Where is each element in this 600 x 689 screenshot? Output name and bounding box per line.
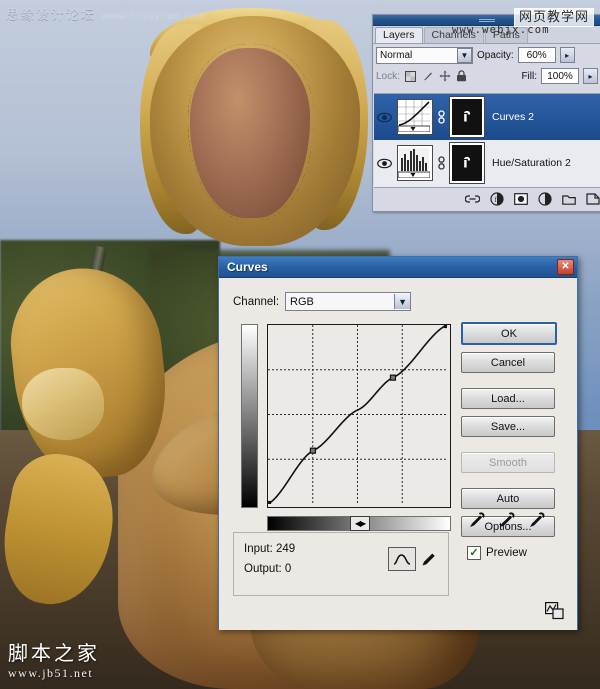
chevron-down-icon[interactable]: ▼ (394, 294, 411, 309)
layers-palette[interactable]: Layers Channels Paths Normal ▼ Opacity: … (372, 14, 600, 212)
input-readout: Input: 249 (244, 539, 295, 559)
lock-image-icon[interactable] (422, 70, 434, 82)
watermark-top-left: 思缘设计论坛 www.missyuan.com (6, 4, 206, 24)
curves-dialog[interactable]: Curves ✕ Channel: RGB ▼ ◀▶ Input: 249 Ou… (218, 256, 578, 630)
blend-mode-value: Normal (380, 49, 413, 61)
link-layers-icon[interactable] (465, 192, 480, 207)
svg-text:f: f (494, 196, 497, 204)
preview-checkbox[interactable]: ✓ (467, 546, 481, 560)
checkmark-icon: ✓ (469, 546, 479, 559)
curves-adjustment-thumbnail[interactable] (397, 99, 433, 135)
layers-list[interactable]: Curves 2 Hue/Saturation 2 (374, 93, 600, 188)
button-spacer (461, 480, 561, 488)
curve-display-toggle-icon[interactable] (545, 602, 565, 620)
link-icon[interactable] (437, 156, 446, 170)
fill-value[interactable]: 100% (541, 68, 579, 84)
preview-row[interactable]: ✓ Preview (467, 546, 527, 560)
opacity-label: Opacity: (477, 49, 514, 61)
output-label: Output: (244, 563, 282, 575)
lock-transparent-icon[interactable] (405, 70, 417, 82)
layer-row-hue-saturation-2[interactable]: Hue/Saturation 2 (374, 140, 600, 186)
add-layer-mask-icon[interactable] (513, 192, 528, 207)
link-icon[interactable] (437, 110, 446, 124)
preview-label: Preview (486, 547, 527, 559)
channel-label: Channel: (233, 295, 280, 308)
lock-all-icon[interactable] (456, 70, 468, 82)
smooth-button[interactable]: Smooth (461, 452, 555, 473)
channel-row: Channel: RGB ▼ (233, 292, 412, 311)
layer-row-curves-2[interactable]: Curves 2 (374, 94, 600, 140)
channel-value: RGB (290, 295, 314, 308)
layer-style-icon[interactable]: f (489, 192, 504, 207)
input-output-readout: Input: 249 Output: 0 (244, 539, 295, 579)
curve-plot[interactable] (268, 325, 447, 504)
dialog-title-bar[interactable]: Curves ✕ (219, 257, 577, 278)
palette-footer[interactable]: f (374, 187, 600, 210)
channel-select[interactable]: RGB ▼ (285, 292, 412, 311)
input-gradient-bar: ◀▶ (267, 516, 451, 531)
layer-mask-thumbnail[interactable] (449, 96, 485, 138)
dialog-body: Channel: RGB ▼ ◀▶ Input: 249 Output: 0 O… (219, 278, 577, 630)
palette-drag-grip[interactable] (479, 18, 495, 22)
output-value: 0 (284, 563, 292, 575)
gradient-direction-handle-icon[interactable]: ◀▶ (350, 516, 370, 531)
blend-mode-select[interactable]: Normal ▼ (376, 46, 473, 64)
white-point-eyedropper-icon[interactable] (527, 510, 547, 530)
new-layer-icon[interactable] (585, 192, 600, 207)
dialog-title: Curves (227, 260, 268, 274)
lock-position-icon[interactable] (439, 70, 451, 82)
button-spacer (461, 380, 561, 388)
black-point-eyedropper-icon[interactable] (467, 510, 487, 530)
load-button[interactable]: Load... (461, 388, 555, 409)
opacity-stepper-icon[interactable]: ▸ (559, 47, 575, 63)
input-value: 249 (275, 543, 296, 555)
layer-visibility-icon[interactable] (376, 109, 393, 126)
new-group-icon[interactable] (561, 192, 576, 207)
layer-name: Hue/Saturation 2 (492, 157, 571, 169)
layer-mask-thumbnail[interactable] (449, 142, 485, 184)
curve-tool-group[interactable] (388, 547, 440, 571)
hue-saturation-adjustment-thumbnail[interactable] (397, 145, 433, 181)
tab-layers[interactable]: Layers (375, 27, 423, 43)
close-icon[interactable]: ✕ (557, 259, 574, 275)
cancel-button[interactable]: Cancel (461, 352, 555, 373)
selection-marquee (188, 44, 314, 220)
curve-tool-icon[interactable] (388, 547, 416, 571)
save-button[interactable]: Save... (461, 416, 555, 437)
chevron-down-icon[interactable]: ▼ (457, 47, 472, 63)
pencil-tool-icon[interactable] (418, 548, 440, 570)
lock-controls: Lock: (376, 67, 518, 85)
output-readout: Output: 0 (244, 559, 295, 579)
input-label: Input: (244, 543, 273, 555)
lock-label: Lock: (376, 70, 400, 82)
opacity-value[interactable]: 60% (517, 47, 556, 63)
output-gradient-bar (241, 324, 258, 508)
layer-visibility-icon[interactable] (376, 155, 393, 172)
screenshot-root: 思缘设计论坛 www.missyuan.com 脚本之家 www.jb51.net… (0, 0, 600, 689)
watermark-top-right-url: www.webjx.com (452, 24, 550, 36)
layer-name: Curves 2 (492, 111, 535, 123)
ok-button[interactable]: OK (461, 322, 557, 345)
selection-marquee-ants (188, 44, 314, 220)
lock-fill-row: Lock: Fill: 100% ▸ (373, 66, 600, 86)
blend-opacity-row: Normal ▼ Opacity: 60% ▸ (373, 44, 600, 66)
fill-label: Fill: (521, 70, 537, 82)
button-spacer (461, 444, 561, 452)
curve-graph[interactable] (267, 324, 451, 508)
watermark-top-left-cn: 思缘设计论坛 (6, 8, 97, 23)
auto-button[interactable]: Auto (461, 488, 555, 509)
fill-stepper-icon[interactable]: ▸ (583, 68, 598, 84)
statue-hand (22, 368, 104, 440)
eyedropper-group[interactable] (467, 510, 547, 530)
gray-point-eyedropper-icon[interactable] (497, 510, 517, 530)
input-output-box: Input: 249 Output: 0 (233, 532, 449, 596)
new-adjustment-layer-icon[interactable] (537, 192, 552, 207)
